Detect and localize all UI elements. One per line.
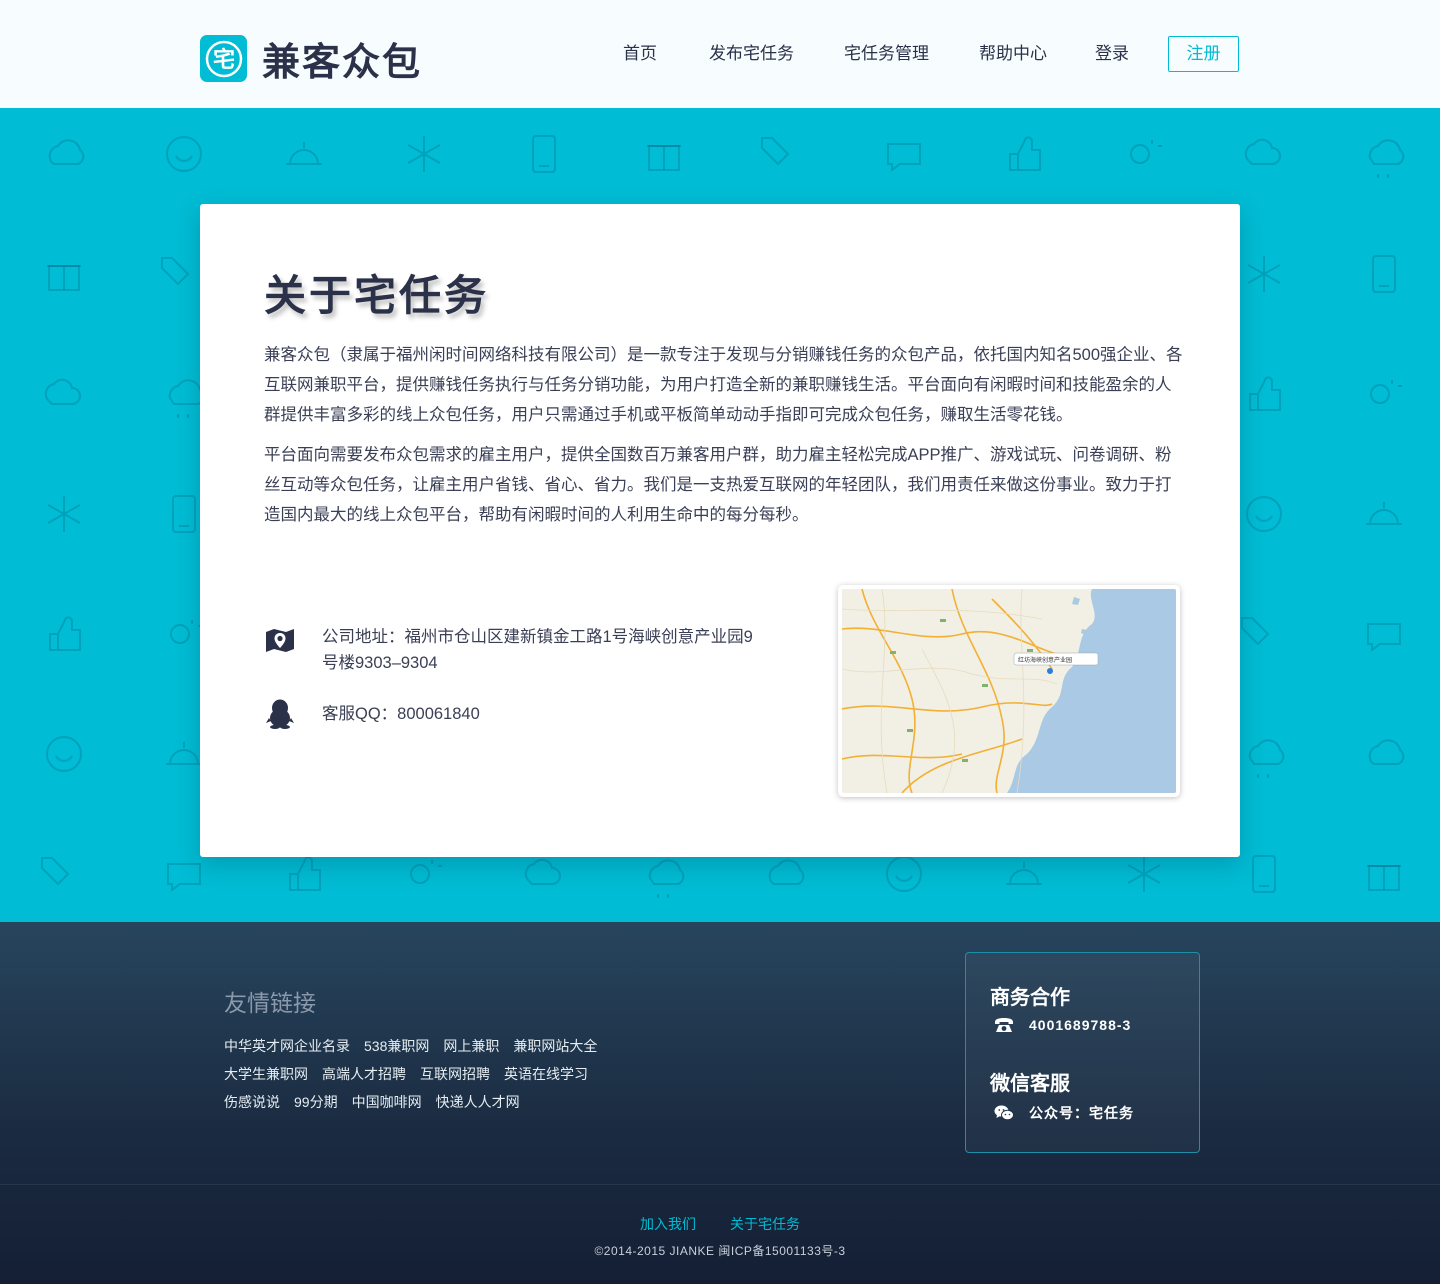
friend-link[interactable]: 英语在线学习	[504, 1064, 588, 1084]
friend-link[interactable]: 中华英才网企业名录	[224, 1036, 350, 1056]
pattern-icon	[1249, 376, 1281, 411]
footer-divider	[0, 1184, 1440, 1185]
pattern-icon	[1247, 256, 1281, 292]
register-button[interactable]: 注册	[1168, 36, 1239, 72]
friend-link[interactable]: 网上兼职	[443, 1036, 499, 1056]
pattern-icon	[289, 856, 321, 891]
pattern-icon	[170, 620, 202, 644]
qq-text: 客服QQ：800061840	[322, 705, 480, 723]
pattern-icon	[47, 265, 81, 291]
pattern-icon	[532, 135, 556, 173]
pattern-icon	[1127, 856, 1161, 892]
site-header: 宅 兼客众包 首页 发布宅任务 宅任务管理 帮助中心 登录 注册	[0, 0, 1440, 108]
wechat-row: 公众号：宅任务	[994, 1103, 1134, 1123]
logo-badge-icon: 宅	[200, 35, 247, 82]
pattern-icon	[647, 145, 681, 171]
pattern-icon	[1368, 139, 1405, 178]
pattern-icon	[41, 857, 70, 886]
pattern-icon	[166, 742, 202, 765]
map-marker-label: 红坊海峡创意产业园	[1018, 656, 1072, 664]
pattern-icon	[44, 378, 81, 405]
nav-login[interactable]: 登录	[1095, 36, 1129, 72]
pattern-icon	[48, 139, 85, 165]
pattern-icon	[1367, 865, 1401, 891]
nav-publish-task[interactable]: 发布宅任务	[709, 36, 794, 72]
friend-link[interactable]: 大学生兼职网	[224, 1064, 308, 1084]
pattern-icon	[168, 379, 205, 418]
friend-link[interactable]: 高端人才招聘	[322, 1064, 406, 1084]
business-phone-row: 4001689788-3	[994, 1015, 1131, 1035]
map-icon	[264, 624, 296, 656]
pattern-icon	[1244, 138, 1281, 165]
contact-box: 商务合作 4001689788-3 微信客服 公众号：宅任务	[965, 952, 1200, 1153]
friend-link[interactable]: 互联网招聘	[420, 1064, 490, 1084]
pattern-icon	[1006, 862, 1042, 885]
copyright: ©2014-2015 JIANKE 闽ICP备15001133号-3	[594, 1244, 846, 1258]
friend-links-row-3: 伤感说说 99分期 中国咖啡网 快递人人才网	[224, 1092, 520, 1112]
pattern-icon	[1246, 496, 1282, 532]
about-paragraph-1: 兼客众包（隶属于福州闲时间网络科技有限公司）是一款专注于发现与分销赚钱任务的众包…	[264, 346, 1183, 424]
pattern-icon	[1252, 855, 1276, 893]
business-phone: 4001689788-3	[1029, 1017, 1132, 1033]
pattern-icon	[887, 143, 921, 172]
pattern-icon	[1009, 136, 1041, 171]
logo-text: 兼客众包	[262, 42, 423, 84]
friend-links-row-2: 大学生兼职网 高端人才招聘 互联网招聘 英语在线学习	[224, 1064, 588, 1084]
pattern-icon	[1130, 140, 1162, 164]
friend-link[interactable]: 538兼职网	[364, 1036, 429, 1056]
about-card: 关于宅任务 兼客众包（隶属于福州闲时间网络科技有限公司）是一款专注于发现与分销赚…	[200, 204, 1240, 857]
pattern-icon	[524, 858, 561, 885]
nav-task-management[interactable]: 宅任务管理	[844, 36, 929, 72]
business-title: 商务合作	[990, 987, 1070, 1009]
pattern-icon	[161, 257, 190, 286]
friend-link[interactable]: 99分期	[294, 1092, 338, 1112]
nav-home[interactable]: 首页	[623, 36, 657, 72]
wechat-account: 公众号：宅任务	[1029, 1105, 1134, 1121]
pattern-icon	[47, 496, 81, 532]
pattern-icon	[1370, 380, 1402, 404]
pattern-icon	[1248, 739, 1285, 778]
pattern-icon	[166, 136, 202, 172]
wechat-icon	[994, 1103, 1014, 1123]
nav-help-center[interactable]: 帮助中心	[979, 36, 1047, 72]
pattern-icon	[46, 736, 82, 772]
pattern-icon	[410, 860, 442, 884]
pattern-icon	[768, 859, 805, 885]
pattern-icon	[761, 137, 790, 166]
pattern-icon	[1367, 623, 1401, 652]
friend-link[interactable]: 兼职网站大全	[513, 1036, 597, 1056]
qq-row: 客服QQ：800061840	[264, 698, 762, 730]
pattern-icon	[49, 616, 81, 651]
friend-link[interactable]: 快递人人才网	[436, 1092, 520, 1112]
pattern-icon	[167, 863, 201, 892]
join-us-link[interactable]: 加入我们	[640, 1214, 696, 1234]
about-title: 关于宅任务	[264, 272, 490, 319]
site-footer: 友情链接 中华英才网企业名录 538兼职网 网上兼职 兼职网站大全 大学生兼职网…	[0, 922, 1440, 1284]
qq-penguin-icon	[264, 698, 296, 730]
address-row: 公司地址：福州市仓山区建新镇金工路1号海峡创意产业园9号楼9303–9304	[264, 624, 762, 676]
pattern-icon	[1368, 739, 1405, 765]
pattern-icon	[286, 142, 322, 165]
pattern-icon	[648, 859, 685, 898]
pattern-icon	[886, 856, 922, 892]
about-paragraph-2: 平台面向需要发布众包需求的雇主用户，提供全国数百万兼客用户群，助力雇主轻松完成A…	[264, 446, 1172, 524]
footer-links: 加入我们 关于宅任务	[0, 1214, 1440, 1234]
address-text: 公司地址：福州市仓山区建新镇金工路1号海峡创意产业园9号楼9303–9304	[322, 628, 753, 672]
logo[interactable]: 宅 兼客众包	[200, 31, 422, 86]
pattern-icon	[407, 136, 441, 172]
location-map[interactable]: 红坊海峡创意产业园	[838, 585, 1180, 797]
friend-links-row-1: 中华英才网企业名录 538兼职网 网上兼职 兼职网站大全	[224, 1036, 597, 1056]
friend-links-title: 友情链接	[224, 990, 316, 1016]
pattern-icon	[1372, 255, 1396, 293]
logo-glyph: 宅	[212, 47, 234, 73]
pattern-icon	[1241, 617, 1270, 646]
pattern-icon	[172, 495, 196, 533]
friend-link[interactable]: 伤感说说	[224, 1092, 280, 1112]
phone-icon	[994, 1015, 1014, 1035]
friend-link[interactable]: 中国咖啡网	[352, 1092, 422, 1112]
wechat-title: 微信客服	[990, 1073, 1070, 1095]
about-link[interactable]: 关于宅任务	[730, 1214, 800, 1234]
pattern-icon	[1366, 502, 1402, 525]
